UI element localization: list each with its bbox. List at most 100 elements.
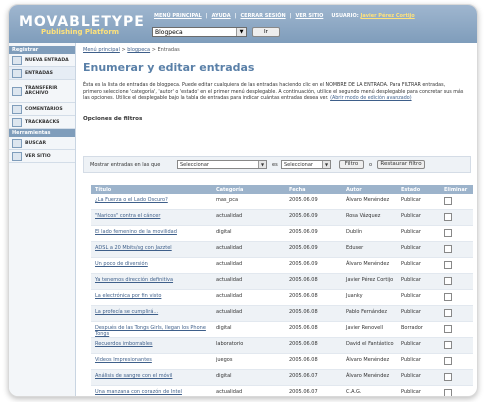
table-cell: Recuerdos imborrables	[91, 337, 212, 354]
sidebar-section-herramientas: Herramientas	[9, 129, 75, 137]
nav-cerrar-sesion[interactable]: CERRAR SESIÓN	[240, 13, 285, 19]
advanced-edit-link[interactable]: (Abrir modo de edición avanzado)	[330, 96, 412, 101]
filter-button[interactable]: Filtro	[339, 160, 364, 169]
sidebar-item-ver-sitio[interactable]: VER SITIO	[9, 150, 75, 163]
table-row: "Naricos" contra el cáncer actualidad 2005…	[91, 209, 473, 226]
entry-title-link[interactable]: Un poco de diversión	[95, 261, 148, 267]
table-row: Un poco de diversión actualidad 2005.06.09…	[91, 257, 473, 274]
chevron-down-icon: ▼	[322, 161, 330, 168]
nav-menu-principal[interactable]: MENÚ PRINCIPAL	[154, 13, 202, 19]
entry-author: C.A.G.	[346, 389, 362, 395]
entry-date: 2005.06.07	[289, 373, 318, 379]
sidebar-item-trackbacks[interactable]: TRACKBACKS	[9, 116, 75, 129]
table-cell: actualidad	[212, 305, 285, 322]
delete-checkbox[interactable]	[444, 261, 452, 269]
entry-title-link[interactable]: Ya tenemos dirección definitiva	[95, 277, 173, 283]
go-button[interactable]: Ir	[252, 27, 280, 37]
delete-checkbox[interactable]	[444, 277, 452, 285]
table-cell: Publicar	[397, 353, 440, 370]
entry-status: Publicar	[401, 389, 421, 395]
entry-title-link[interactable]: Recuerdos imborrables	[95, 341, 153, 347]
sidebar-item-label: NUEVA ENTRADA	[25, 57, 69, 63]
table-cell: 2005.06.08	[285, 273, 342, 290]
breadcrumb-home[interactable]: Menú principal	[83, 47, 120, 53]
reset-filter-button[interactable]: Restaurar filtro	[377, 160, 425, 169]
sidebar-item-label: ENTRADAS	[25, 70, 53, 76]
column-header-autor[interactable]: Autor	[342, 185, 397, 194]
delete-checkbox[interactable]	[444, 293, 452, 301]
delete-checkbox[interactable]	[444, 213, 452, 221]
delete-checkbox[interactable]	[444, 325, 452, 333]
delete-checkbox[interactable]	[444, 357, 452, 365]
entry-title-link[interactable]: Una manzana con corazón de Intel	[95, 389, 182, 395]
delete-checkbox[interactable]	[444, 373, 452, 381]
sidebar-item-transferir-archivo[interactable]: TRANSFERIR ARCHIVO	[9, 80, 75, 103]
table-cell: 2005.06.08	[285, 353, 342, 370]
page-title: Enumerar y editar entradas	[83, 61, 255, 74]
entry-title-link[interactable]: La profecía se cumplirá...	[95, 309, 158, 315]
upload-icon	[12, 86, 22, 96]
table-cell: laboratorio	[212, 337, 285, 354]
delete-checkbox[interactable]	[444, 309, 452, 317]
user-label: USUARIO:	[331, 13, 359, 19]
logo-subtitle: Publishing Platform	[41, 28, 120, 36]
table-cell: Rosa Vázquez	[342, 209, 397, 226]
table-row: Ya tenemos dirección definitiva actualida…	[91, 273, 473, 290]
entry-title-link[interactable]: ADSL a 20 Mbits/sg con Jazztel	[95, 245, 172, 251]
entry-status: Publicar	[401, 213, 421, 219]
sidebar-item-entradas[interactable]: ENTRADAS	[9, 67, 75, 80]
table-cell: Publicar	[397, 337, 440, 354]
entry-author: Dublín	[346, 229, 363, 235]
delete-checkbox[interactable]	[444, 229, 452, 237]
blog-select[interactable]: Blogpeca ▼	[152, 27, 247, 37]
table-cell	[440, 289, 473, 306]
table-cell: "Naricos" contra el cáncer	[91, 209, 212, 226]
entry-date: 2005.06.08	[289, 293, 318, 299]
nav-ver-sitio[interactable]: VER SITIO	[295, 13, 323, 19]
entry-author: Javier Renovell	[346, 325, 383, 331]
entry-status: Publicar	[401, 229, 421, 235]
entry-title-link[interactable]: Después de las Tongs Girls, llegan los P…	[95, 325, 206, 337]
main-content: Menú principal > blogpeca > Entradas Enu…	[83, 47, 473, 122]
column-header-categoria[interactable]: Categoría	[212, 185, 285, 194]
table-cell: digital	[212, 225, 285, 242]
filter-o-label: o	[369, 162, 373, 168]
table-cell: 2005.06.09	[285, 257, 342, 274]
entry-title-link[interactable]: Análisis de sangre con el móvil	[95, 373, 172, 379]
table-cell: El lado femenino de la movilidad	[91, 225, 212, 242]
table-cell: Pablo Fernández	[342, 305, 397, 322]
filter-value-select[interactable]: Seleccionar ▼	[281, 160, 331, 169]
blog-select-value: Blogpeca	[155, 29, 183, 36]
table-cell: digital	[212, 369, 285, 386]
entry-title-link[interactable]: "Naricos" contra el cáncer	[95, 213, 160, 219]
entry-title-link[interactable]: La electrónica por fin visto	[95, 293, 161, 299]
delete-checkbox[interactable]	[444, 341, 452, 349]
entry-title-link[interactable]: El lado femenino de la movilidad	[95, 229, 177, 235]
user-name-link[interactable]: Javier Pérez Cortijo	[361, 13, 415, 19]
entry-title-link[interactable]: ¿La Fuerza o el Lado Oscuro?	[95, 197, 168, 203]
table-cell: actualidad	[212, 289, 285, 306]
delete-checkbox[interactable]	[444, 245, 452, 253]
column-header-estado[interactable]: Estado	[397, 185, 440, 194]
delete-checkbox[interactable]	[444, 389, 452, 396]
table-cell: actualidad	[212, 257, 285, 274]
entry-category: actualidad	[216, 389, 243, 395]
table-cell: Publicar	[397, 209, 440, 226]
column-header-fecha[interactable]: Fecha	[285, 185, 342, 194]
table-row: Videos Impresionantes juegos 2005.06.08 Álv…	[91, 353, 473, 370]
entry-date: 2005.06.09	[289, 213, 318, 219]
nav-ayuda[interactable]: AYUDA	[212, 13, 231, 19]
sidebar-item-label: COMENTARIOS	[25, 106, 63, 112]
delete-checkbox[interactable]	[444, 197, 452, 205]
table-row: Análisis de sangre con el móvil digital 20…	[91, 369, 473, 386]
table-cell	[440, 321, 473, 338]
column-header-titulo[interactable]: Título	[91, 185, 212, 194]
sidebar-item-nueva-entrada[interactable]: NUEVA ENTRADA	[9, 54, 75, 67]
breadcrumb-blog[interactable]: blogpeca	[127, 47, 150, 53]
table-cell: 2005.06.08	[285, 337, 342, 354]
filter-field-select[interactable]: Seleccionar ▼	[177, 160, 267, 169]
sidebar-item-buscar[interactable]: BUSCAR	[9, 137, 75, 150]
sidebar-item-comentarios[interactable]: COMENTARIOS	[9, 103, 75, 116]
entry-title-link[interactable]: Videos Impresionantes	[95, 357, 152, 363]
entry-author: Eduser	[346, 245, 364, 251]
